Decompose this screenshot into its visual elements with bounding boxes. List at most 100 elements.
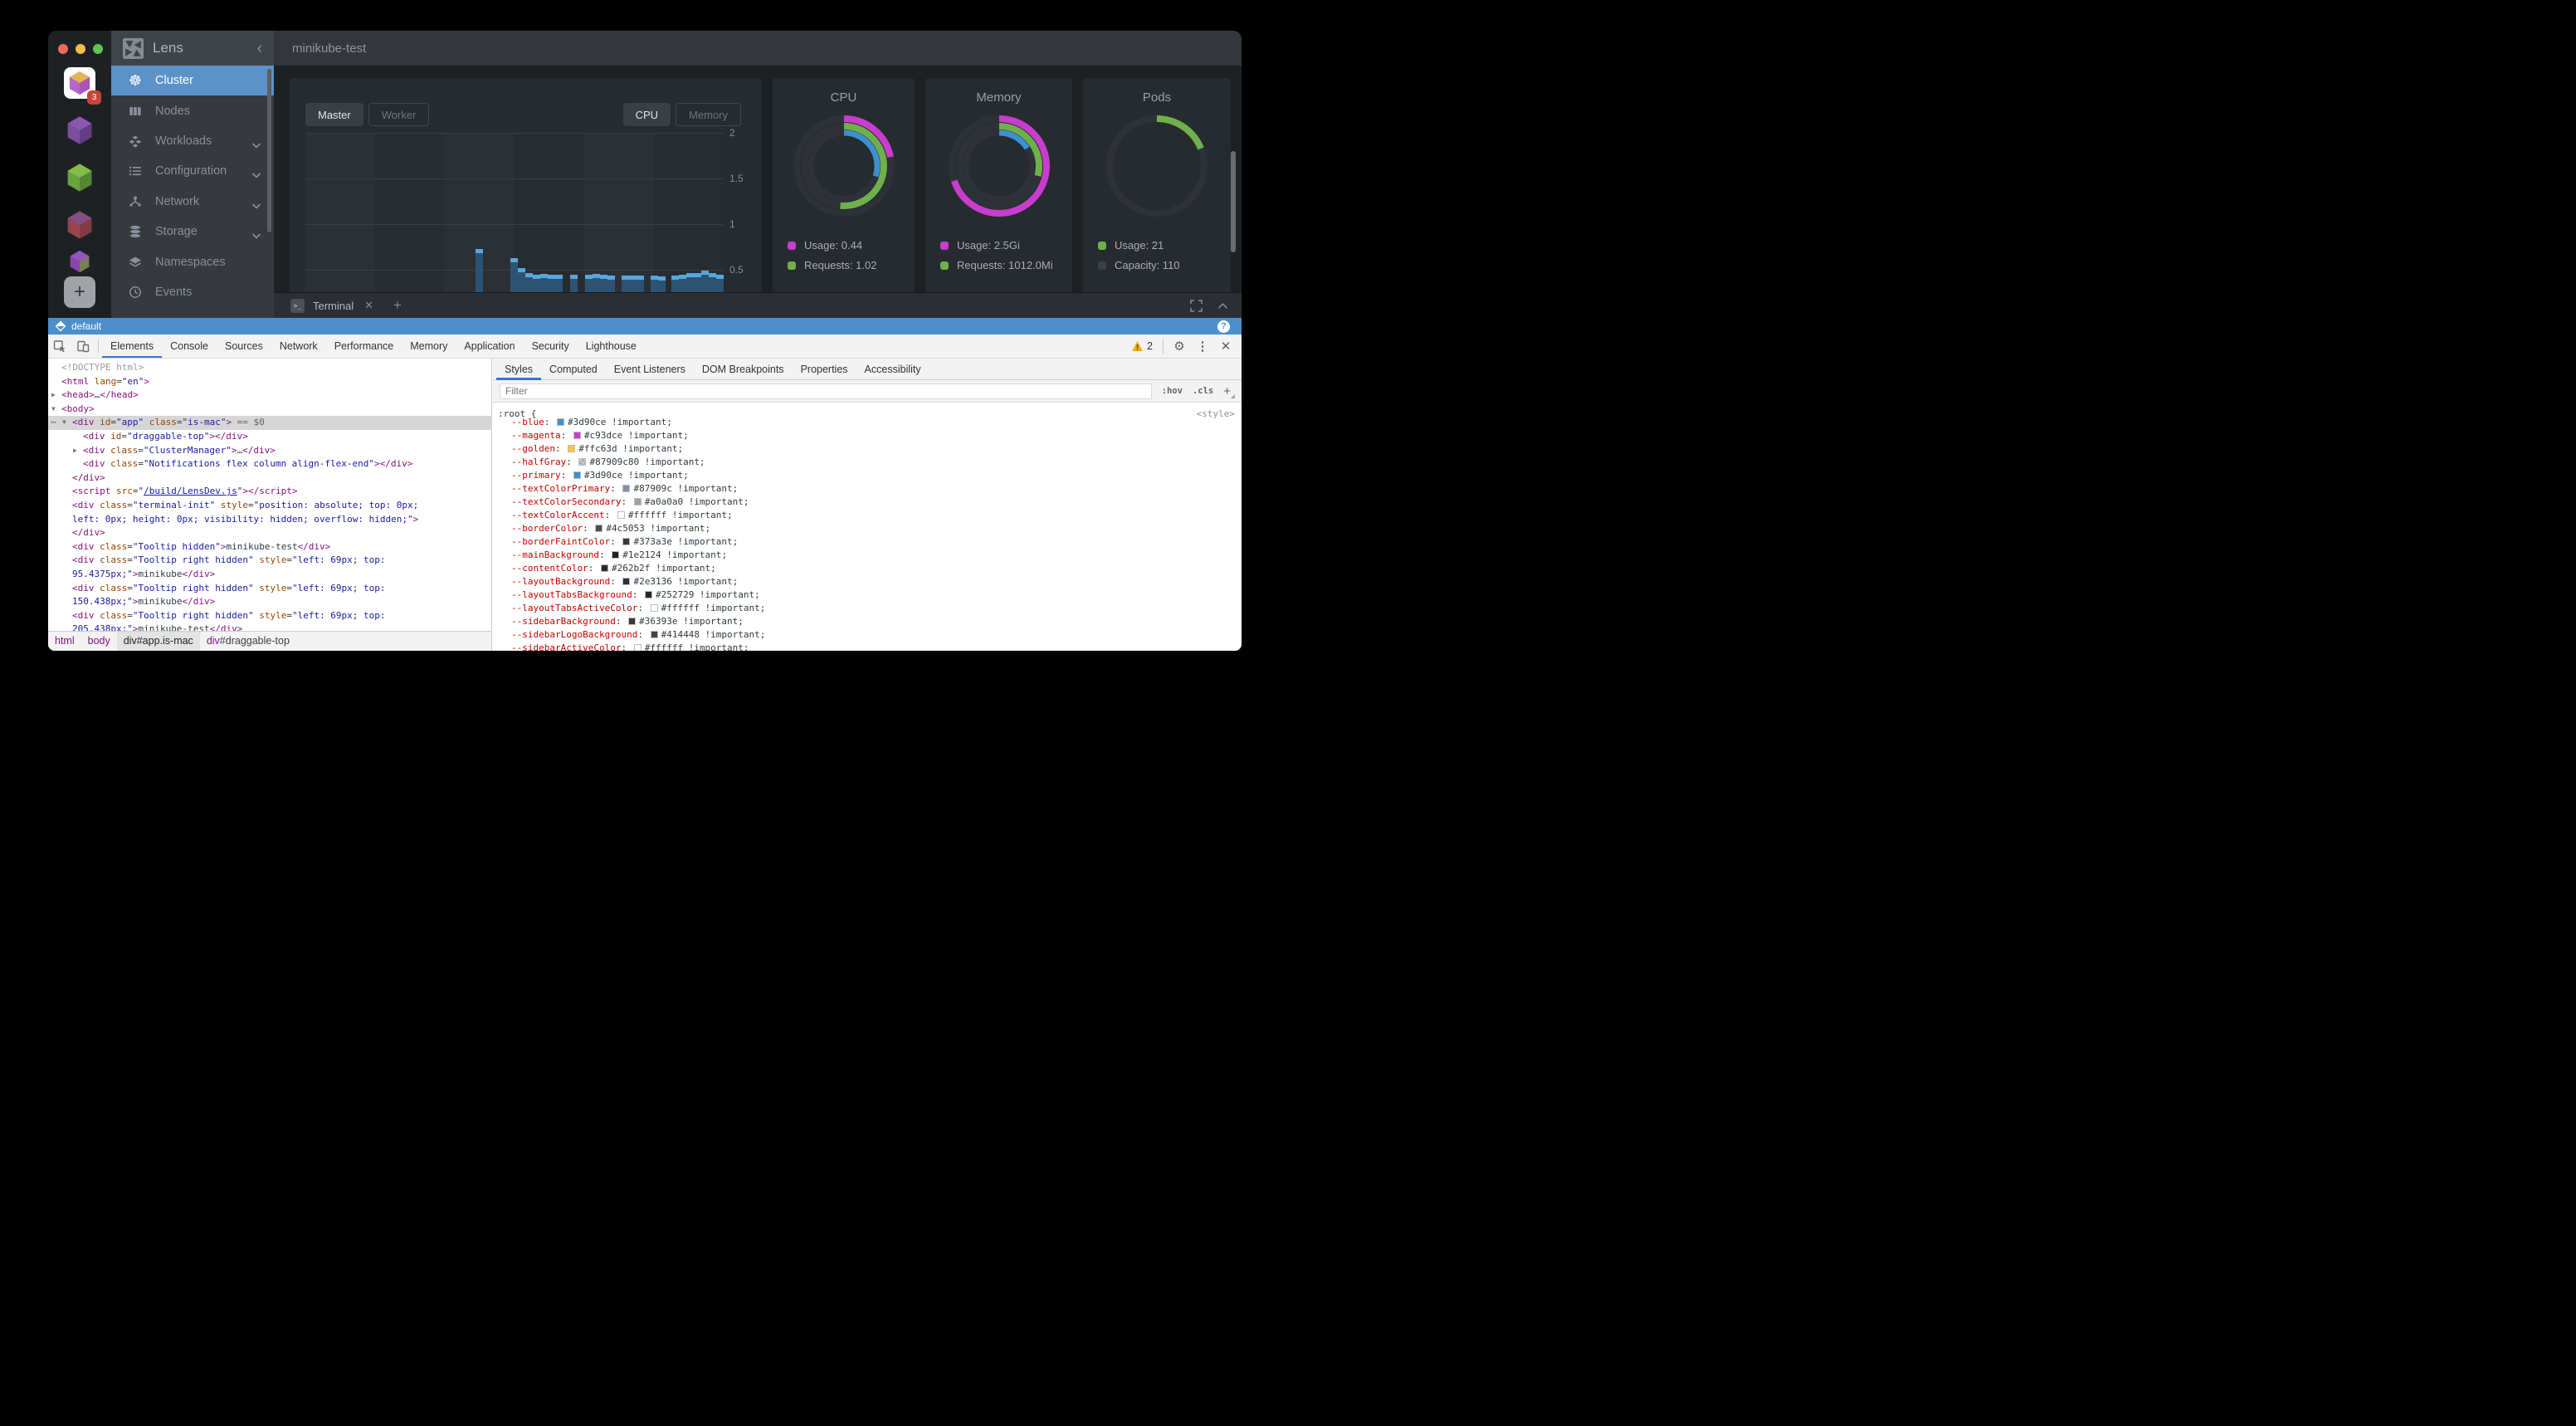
devtools-tab-console[interactable]: Console [162,335,217,358]
dom-tree-line[interactable]: 205.438px;">minikube-test</div> [48,623,492,631]
devtools-tab-security[interactable]: Security [524,335,578,358]
dom-tree-line[interactable]: <div id="draggable-top"></div> [48,430,492,444]
node-toggle-worker-button[interactable]: Worker [368,103,430,126]
css-property-row[interactable]: --primary: #3d90ce !important; [493,469,1242,482]
sidebar-item-configuration[interactable]: Configuration [111,156,274,186]
color-swatch[interactable] [573,471,581,479]
expand-arrow-icon[interactable]: ▶ [51,388,56,403]
styles-subtab-accessibility[interactable]: Accessibility [856,359,929,380]
color-swatch[interactable] [651,604,658,612]
device-toolbar-icon[interactable] [71,335,95,358]
sidebar-item-nodes[interactable]: Nodes [111,95,274,125]
dom-tree-line[interactable]: <div class="Notifications flex column al… [48,457,492,471]
css-property-row[interactable]: --halfGray: #87909c80 !important; [493,456,1242,469]
styles-filter-input[interactable] [500,383,1152,399]
devtools-tab-lighthouse[interactable]: Lighthouse [578,335,645,358]
css-property-row[interactable]: --textColorAccent: #ffffff !important; [493,509,1242,522]
warning-icon[interactable] [1131,340,1144,352]
devtools-tab-performance[interactable]: Performance [326,335,402,358]
dom-tree-line[interactable]: <!DOCTYPE html> [48,361,492,375]
color-swatch[interactable] [651,631,658,638]
sidebar-item-namespaces[interactable]: Namespaces [111,247,274,276]
collapse-arrow-icon[interactable]: ▼ [62,416,66,430]
sidebar-item-storage[interactable]: Storage [111,217,274,247]
dom-tree-line[interactable]: <div class="Tooltip right hidden" style=… [48,582,492,596]
terminal-collapse-icon[interactable] [1217,300,1228,311]
dom-tree-line[interactable]: </div> [48,526,492,540]
styles-subtab-styles[interactable]: Styles [496,359,541,380]
sidebar-item-workloads[interactable]: Workloads [111,126,274,156]
color-swatch[interactable] [622,578,630,585]
metric-toggle-cpu-button[interactable]: CPU [623,103,671,126]
color-swatch[interactable] [645,591,652,598]
terminal-tab[interactable]: Terminal [313,300,354,312]
css-property-row[interactable]: --mainBackground: #1e2124 !important; [493,549,1242,562]
pseudo-state-button[interactable]: :hov [1162,386,1183,396]
breadcrumb-item[interactable]: body [81,632,117,652]
sidebar-collapse-icon[interactable]: ‹ [257,41,262,56]
color-swatch[interactable] [622,538,630,545]
dom-tree-line[interactable]: <div class="Tooltip right hidden" style=… [48,554,492,568]
css-rules[interactable]: :root { <style> --blue: #3d90ce !importa… [493,403,1242,651]
minimize-window-button[interactable] [76,44,85,54]
styles-subtab-properties[interactable]: Properties [793,359,856,380]
devtools-tab-sources[interactable]: Sources [217,335,271,358]
devtools-close-icon[interactable]: ✕ [1215,339,1237,354]
color-swatch[interactable] [617,511,625,519]
dom-tree-line[interactable]: 95.4375px;">minikube</div> [48,568,492,582]
color-swatch[interactable] [578,458,586,466]
settings-gear-icon[interactable]: ⚙ [1168,339,1190,354]
color-swatch[interactable] [612,551,619,559]
breadcrumb-item[interactable]: div#app.is-mac [117,632,200,652]
devtools-tab-application[interactable]: Application [456,335,523,358]
css-property-row[interactable]: --layoutBackground: #2e3136 !important; [493,575,1242,588]
color-swatch[interactable] [628,618,636,625]
color-swatch[interactable] [557,418,564,426]
close-window-button[interactable] [58,44,68,54]
dom-tree-line[interactable]: <div class="terminal-init" style="positi… [48,499,492,513]
styles-subtab-computed[interactable]: Computed [541,359,606,380]
chevron-down-icon[interactable] [252,229,261,242]
devtools-tab-memory[interactable]: Memory [402,335,456,358]
css-property-row[interactable]: --sidebarBackground: #36393e !important; [493,615,1242,628]
dom-tree-line[interactable]: <html lang="en"> [48,375,492,389]
css-property-row[interactable]: --layoutTabsBackground: #252729 !importa… [493,588,1242,602]
sidebar-item-network[interactable]: Network [111,187,274,217]
dashboard-scrollbar[interactable] [1231,151,1236,252]
metric-toggle-memory-button[interactable]: Memory [676,103,741,126]
dom-tree-line[interactable]: ▼<body> [48,403,492,417]
cluster-icon-cluster-4[interactable] [64,209,95,241]
styles-subtab-dom-breakpoints[interactable]: DOM Breakpoints [694,359,793,380]
zoom-window-button[interactable] [93,44,103,54]
sidebar-item-events[interactable]: Events [111,277,274,307]
cluster-icon-cluster-5[interactable] [64,249,95,274]
sidebar-item-cluster[interactable]: ☸Cluster [111,66,274,95]
color-swatch[interactable] [634,644,642,651]
color-swatch[interactable] [573,432,581,439]
dom-tree-line[interactable]: 150.438px;">minikube</div> [48,595,492,609]
css-property-row[interactable]: --sidebarActiveColor: #ffffff !important… [493,642,1242,651]
css-property-row[interactable]: --layoutTabsActiveColor: #ffffff !import… [493,602,1242,615]
dom-tree-line[interactable]: ▶<head>…</head> [48,388,492,403]
breadcrumb-item[interactable]: html [48,632,81,652]
dom-tree-line[interactable]: </div> [48,471,492,486]
add-cluster-button[interactable]: + [64,276,95,308]
devtools-tab-elements[interactable]: Elements [102,335,162,358]
css-property-row[interactable]: --contentColor: #262b2f !important; [493,562,1242,575]
dom-tree-line[interactable]: ▶<div class="ClusterManager">…</div> [48,444,492,458]
terminal-close-icon[interactable]: ✕ [364,299,373,312]
css-property-row[interactable]: --magenta: #c93dce !important; [493,429,1242,442]
node-toggle-master-button[interactable]: Master [305,103,363,126]
kebab-menu-icon[interactable]: ⋮ [1192,339,1213,354]
styles-subtab-event-listeners[interactable]: Event Listeners [606,359,694,380]
cluster-icon-active-cluster[interactable]: 3 [64,67,95,99]
css-property-row[interactable]: --textColorPrimary: #87909c !important; [493,482,1242,496]
dom-tree-line[interactable]: left: 0px; height: 0px; visibility: hidd… [48,513,492,527]
dom-tree-line[interactable]: <div class="Tooltip hidden">minikube-tes… [48,540,492,554]
css-property-row[interactable]: --sidebarLogoBackground: #414448 !import… [493,628,1242,642]
rule-source-link[interactable]: <style> [1197,408,1235,421]
color-swatch[interactable] [622,485,630,492]
chevron-down-icon[interactable] [252,199,261,212]
inspect-element-icon[interactable] [48,335,71,358]
color-swatch[interactable] [595,525,603,532]
